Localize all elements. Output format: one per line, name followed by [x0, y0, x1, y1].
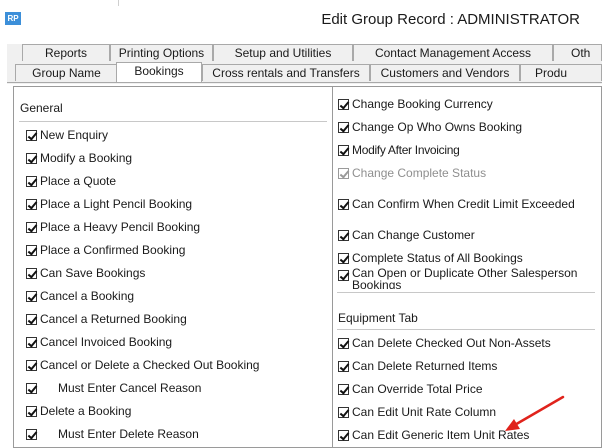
tab-cross-rentals-and-transfers[interactable]: Cross rentals and Transfers: [202, 64, 370, 81]
checkbox-checked-icon[interactable]: [338, 99, 349, 110]
tab-setup-and-utilities[interactable]: Setup and Utilities: [213, 44, 353, 61]
checkbox-place-a-quote[interactable]: Place a Quote: [26, 173, 116, 189]
checkbox-can-open-or-duplicate-other-salesperson-bookings[interactable]: Can Open or Duplicate Other Salesperson …: [338, 267, 588, 289]
checkbox-checked-icon[interactable]: [26, 429, 37, 440]
checkbox-can-confirm-credit-limit-exceeded[interactable]: Can Confirm When Credit Limit Exceeded: [338, 196, 575, 212]
checkbox-place-heavy-pencil-booking[interactable]: Place a Heavy Pencil Booking: [26, 219, 200, 235]
section-separator: [337, 292, 595, 293]
checkbox-can-delete-returned-items[interactable]: Can Delete Returned Items: [338, 358, 497, 374]
window-title: Edit Group Record : ADMINISTRATOR: [321, 11, 580, 28]
checkbox-must-enter-delete-reason[interactable]: Must Enter Delete Reason: [26, 426, 199, 442]
checkbox-checked-icon[interactable]: [26, 222, 37, 233]
checkbox-checked-icon[interactable]: [338, 145, 349, 156]
checkbox-can-save-bookings[interactable]: Can Save Bookings: [26, 265, 145, 281]
checkbox-checked-icon[interactable]: [338, 122, 349, 133]
checkbox-must-enter-cancel-reason[interactable]: Must Enter Cancel Reason: [26, 380, 201, 396]
checkbox-checked-icon[interactable]: [26, 360, 37, 371]
checkbox-place-light-pencil-booking[interactable]: Place a Light Pencil Booking: [26, 196, 192, 212]
checkbox-checked-icon[interactable]: [26, 176, 37, 187]
checkbox-place-confirmed-booking[interactable]: Place a Confirmed Booking: [26, 242, 185, 258]
checkbox-can-edit-generic-item-unit-rates[interactable]: Can Edit Generic Item Unit Rates: [338, 427, 529, 443]
checkbox-cancel-returned-booking[interactable]: Cancel a Returned Booking: [26, 311, 187, 327]
general-panel: General New Enquiry Modify a Booking Pla…: [13, 86, 333, 448]
checkbox-checked-icon[interactable]: [338, 338, 349, 349]
section-title-equipment-tab: Equipment Tab: [338, 311, 418, 325]
checkbox-checked-icon[interactable]: [26, 268, 37, 279]
checkbox-checked-icon[interactable]: [26, 153, 37, 164]
checkbox-checked-icon[interactable]: [26, 337, 37, 348]
checkbox-checked-icon[interactable]: [26, 245, 37, 256]
section-separator: [337, 329, 595, 330]
checkbox-checked-icon[interactable]: [338, 361, 349, 372]
checkbox-checked-icon[interactable]: [338, 430, 349, 441]
checkbox-checked-icon[interactable]: [26, 199, 37, 210]
checkbox-checked-icon: [338, 168, 349, 179]
checkbox-checked-icon[interactable]: [338, 230, 349, 241]
tab-contact-management-access[interactable]: Contact Management Access: [353, 44, 553, 61]
checkbox-complete-status-all-bookings[interactable]: Complete Status of All Bookings: [338, 250, 523, 266]
tab-reports[interactable]: Reports: [22, 44, 110, 61]
checkbox-checked-icon[interactable]: [26, 291, 37, 302]
section-title-general: General: [20, 101, 63, 115]
checkbox-checked-icon[interactable]: [338, 384, 349, 395]
title-divider: [118, 0, 119, 6]
tab-group-name[interactable]: Group Name: [15, 64, 118, 81]
checkbox-change-op-who-owns-booking[interactable]: Change Op Who Owns Booking: [338, 119, 522, 135]
tab-printing-options[interactable]: Printing Options: [110, 44, 213, 61]
checkbox-new-enquiry[interactable]: New Enquiry: [26, 127, 108, 143]
title-bar: RP Edit Group Record : ADMINISTRATOR: [0, 0, 602, 40]
checkbox-change-complete-status: Change Complete Status: [338, 165, 486, 181]
tab-strip: Reports Printing Options Setup and Utili…: [7, 44, 602, 84]
tab-baseline: [7, 82, 602, 83]
checkbox-checked-icon[interactable]: [338, 407, 349, 418]
checkbox-checked-icon[interactable]: [26, 406, 37, 417]
checkbox-modify-after-invoicing[interactable]: Modify After Invoicing: [338, 142, 460, 158]
checkbox-cancel-or-delete-checked-out-booking[interactable]: Cancel or Delete a Checked Out Booking: [26, 357, 259, 373]
tab-products[interactable]: Produ: [520, 64, 602, 81]
checkbox-can-delete-checked-out-non-assets[interactable]: Can Delete Checked Out Non-Assets: [338, 335, 551, 351]
checkbox-checked-icon[interactable]: [338, 253, 349, 264]
checkbox-can-edit-unit-rate-column[interactable]: Can Edit Unit Rate Column: [338, 404, 496, 420]
app-icon: RP: [5, 12, 21, 25]
checkbox-delete-a-booking[interactable]: Delete a Booking: [26, 403, 131, 419]
checkbox-modify-a-booking[interactable]: Modify a Booking: [26, 150, 132, 166]
tab-bookings[interactable]: Bookings: [116, 62, 202, 82]
checkbox-checked-icon[interactable]: [338, 199, 349, 210]
tab-other[interactable]: Oth: [553, 44, 602, 61]
tab-customers-and-vendors[interactable]: Customers and Vendors: [370, 64, 520, 81]
checkbox-can-override-total-price[interactable]: Can Override Total Price: [338, 381, 483, 397]
checkbox-checked-icon[interactable]: [338, 270, 349, 281]
checkbox-checked-icon[interactable]: [26, 314, 37, 325]
checkbox-cancel-a-booking[interactable]: Cancel a Booking: [26, 288, 134, 304]
checkbox-can-change-customer[interactable]: Can Change Customer: [338, 227, 475, 243]
section-separator: [19, 121, 327, 122]
checkbox-checked-icon[interactable]: [26, 130, 37, 141]
checkbox-cancel-invoiced-booking[interactable]: Cancel Invoiced Booking: [26, 334, 172, 350]
checkbox-change-booking-currency[interactable]: Change Booking Currency: [338, 96, 493, 112]
booking-options-panel: Change Booking Currency Change Op Who Ow…: [333, 86, 602, 448]
checkbox-checked-icon[interactable]: [26, 383, 37, 394]
